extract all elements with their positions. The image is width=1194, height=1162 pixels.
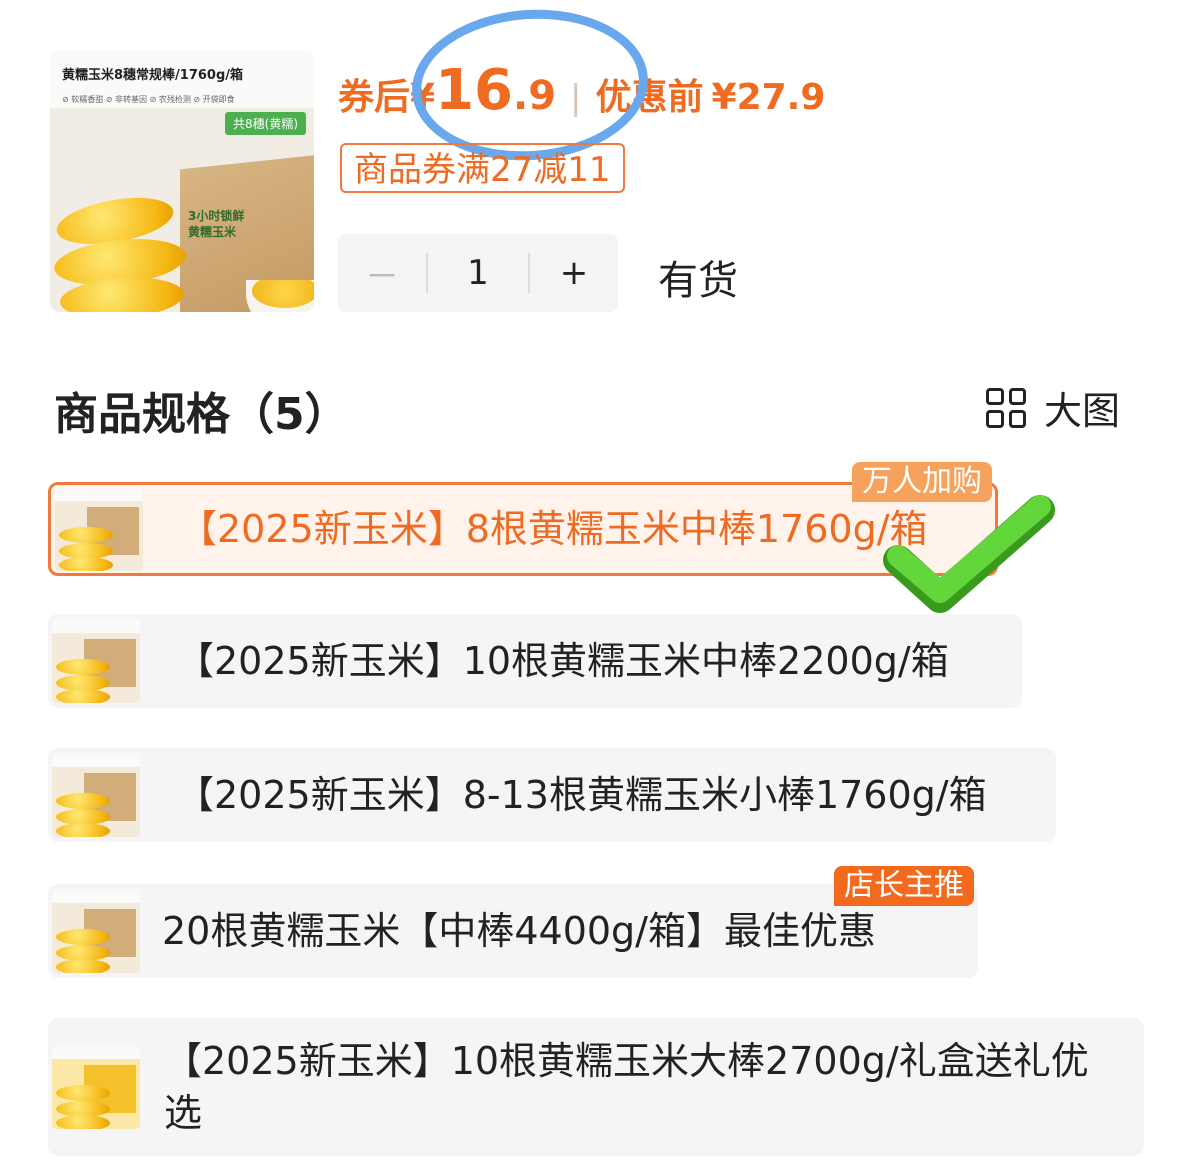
big-view-toggle[interactable]: 大图 <box>986 380 1120 435</box>
spec-section-title: 商品规格（5） <box>54 389 349 440</box>
spec-option-label: 【2025新玉米】8根黄糯玉米中棒1760g/箱 <box>179 507 928 551</box>
spec-badge: 店长主推 <box>834 866 974 906</box>
thumbnail-tags: ⊘ 软糯香甜 ⊘ 非转基因 ⊘ 农残检测 ⊘ 开袋即食 <box>62 95 235 104</box>
spec-thumbnail <box>52 889 140 973</box>
coupon-tag[interactable]: 商品券满27减11 <box>340 143 625 193</box>
spec-option-label: 20根黄糯玉米【中棒4400g/箱】最佳优惠 <box>162 909 876 953</box>
big-view-label: 大图 <box>1044 389 1121 433</box>
checkmark-annotation <box>883 495 1055 613</box>
thumbnail-title: 黄糯玉米8穗常规棒/1760g/箱 <box>62 68 244 83</box>
spec-option[interactable]: 【2025新玉米】10根黄糯玉米大棒2700g/礼盒送礼优选 <box>48 1018 1144 1156</box>
spec-thumbnail <box>55 487 143 571</box>
increase-button[interactable]: + <box>530 253 618 293</box>
spec-option-label: 【2025新玉米】8-13根黄糯玉米小棒1760g/箱 <box>176 773 987 817</box>
thumbnail-box-label: 3小时锁鲜 黄糯玉米 <box>188 209 245 239</box>
quantity-stepper[interactable]: － 1 + <box>338 234 618 312</box>
quantity-value[interactable]: 1 <box>428 253 528 293</box>
spec-thumbnail <box>52 1045 140 1129</box>
spec-thumbnail <box>52 619 140 703</box>
price-before: ¥27.9 <box>711 77 826 118</box>
stock-status: 有货 <box>658 258 738 304</box>
price-prefix: 券后 <box>338 77 411 118</box>
spec-option-label: 【2025新玉米】10根黄糯玉米大棒2700g/礼盒送礼优选 <box>164 1039 1089 1135</box>
spec-option[interactable]: 【2025新玉米】8-13根黄糯玉米小棒1760g/箱 <box>48 748 1056 842</box>
decrease-button[interactable]: － <box>338 249 426 298</box>
grid-icon <box>986 387 1026 428</box>
spec-option-label: 【2025新玉米】10根黄糯玉米中棒2200g/箱 <box>176 639 949 683</box>
spec-option[interactable]: 【2025新玉米】10根黄糯玉米中棒2200g/箱 <box>48 614 1022 708</box>
corn-bowl-image <box>246 280 314 312</box>
product-thumbnail[interactable]: 黄糯玉米8穗常规棒/1760g/箱 ⊘ 软糯香甜 ⊘ 非转基因 ⊘ 农残检测 ⊘… <box>50 50 314 312</box>
spec-thumbnail <box>52 753 140 837</box>
thumbnail-badge: 共8穗(黄糯) <box>225 112 306 135</box>
